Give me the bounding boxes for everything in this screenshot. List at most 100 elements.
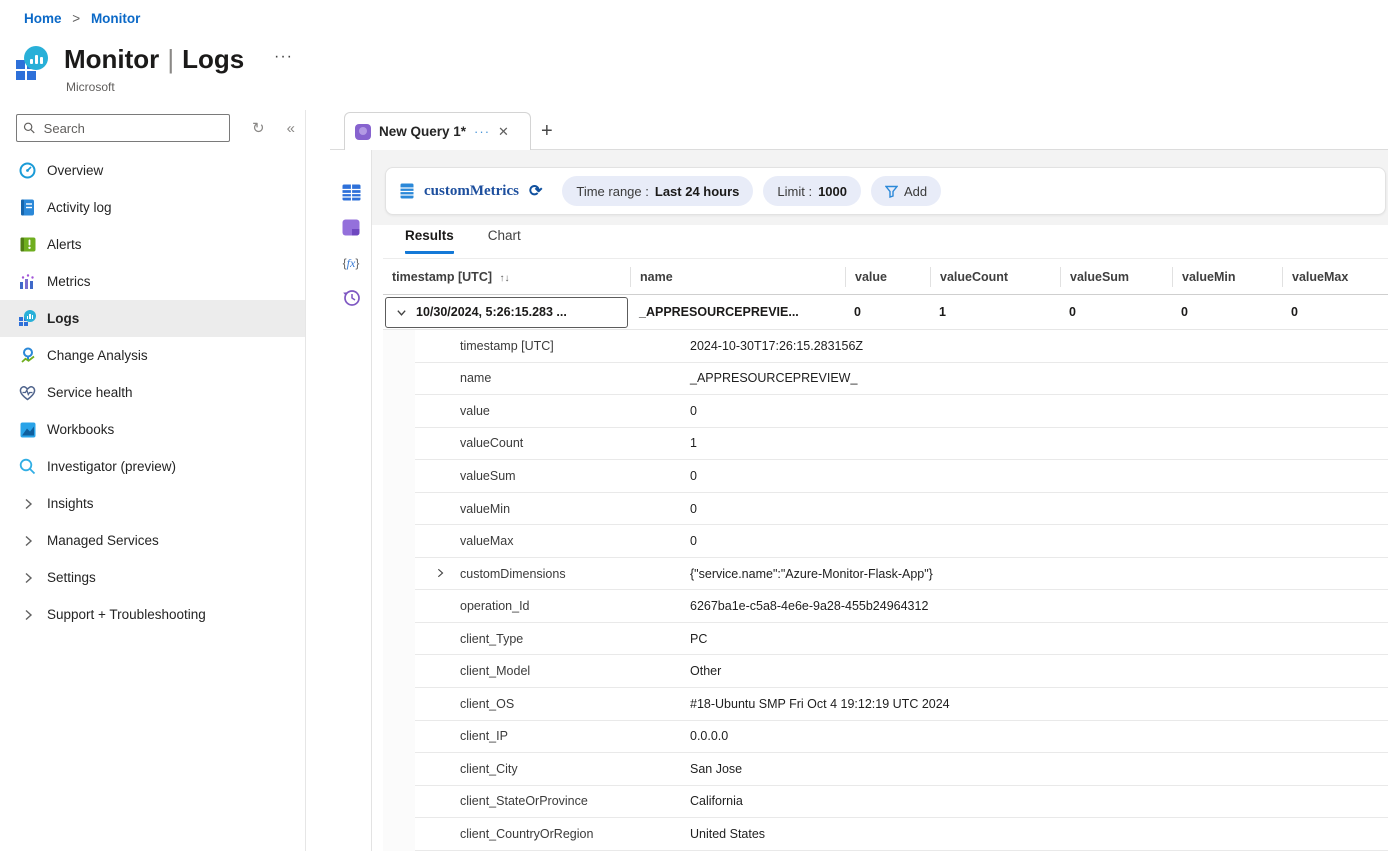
- sidebar-item-alerts[interactable]: Alerts: [0, 226, 305, 263]
- timestamp-cell-selected[interactable]: 10/30/2024, 5:26:15.283 ...: [385, 297, 628, 328]
- sidebar-item-label: Insights: [47, 496, 94, 511]
- tab-new-query-1[interactable]: New Query 1* ··· ✕: [344, 112, 531, 150]
- detail-value: 0.0.0.0: [690, 729, 728, 743]
- column-header-label: valueCount: [940, 270, 1008, 284]
- breadcrumb-separator: >: [72, 11, 80, 26]
- column-header-name[interactable]: name: [630, 267, 845, 287]
- sidebar-item-label: Logs: [47, 311, 79, 326]
- queries-panel-icon[interactable]: [340, 216, 362, 238]
- detail-key: client_IP: [460, 729, 690, 743]
- search-icon: [23, 121, 36, 135]
- tab-chart[interactable]: Chart: [488, 228, 521, 254]
- chevron-down-icon[interactable]: [395, 306, 407, 318]
- detail-row: client_IP 0.0.0.0: [383, 721, 1388, 754]
- detail-key: valueMax: [460, 534, 690, 548]
- row-name: _APPRESOURCEPREVIE...: [630, 305, 845, 319]
- detail-value: #18-Ubuntu SMP Fri Oct 4 19:12:19 UTC 20…: [690, 697, 950, 711]
- page-more-button[interactable]: ···: [274, 48, 293, 66]
- functions-panel-icon[interactable]: {fx}: [340, 252, 362, 274]
- sidebar-item-label: Investigator (preview): [47, 459, 176, 474]
- breadcrumb-home-link[interactable]: Home: [24, 11, 62, 26]
- sidebar-item-insights[interactable]: Insights: [0, 485, 305, 522]
- sidebar-item-service-health[interactable]: Service health: [0, 374, 305, 411]
- run-refresh-icon[interactable]: ⟳: [529, 181, 542, 201]
- monitor-logo-icon: [16, 46, 54, 84]
- sidebar-item-metrics[interactable]: Metrics: [0, 263, 305, 300]
- change-analysis-icon: [19, 347, 36, 364]
- search-input[interactable]: [42, 120, 223, 137]
- detail-key: client_CountryOrRegion: [460, 827, 690, 841]
- page-title-secondary: Logs: [182, 44, 244, 74]
- sidebar-item-change-analysis[interactable]: Change Analysis: [0, 337, 305, 374]
- refresh-icon[interactable]: ↻: [252, 121, 265, 136]
- detail-row: client_Model Other: [383, 655, 1388, 688]
- chevron-right-icon: [19, 606, 36, 623]
- limit-pill[interactable]: Limit : 1000: [763, 176, 861, 206]
- sidebar-item-settings[interactable]: Settings: [0, 559, 305, 596]
- page-title: Monitor|Logs: [64, 44, 244, 75]
- sidebar-item-investigator[interactable]: Investigator (preview): [0, 448, 305, 485]
- row-timestamp: 10/30/2024, 5:26:15.283 ...: [416, 305, 567, 319]
- results-chart-tabs: Results Chart: [405, 228, 521, 254]
- sidebar-item-workbooks[interactable]: Workbooks: [0, 411, 305, 448]
- query-editor-bar[interactable]: customMetrics ⟳ Time range : Last 24 hou…: [385, 167, 1386, 215]
- workbooks-icon: [19, 421, 36, 438]
- new-tab-button[interactable]: +: [541, 120, 553, 143]
- page-title-primary: Monitor: [64, 44, 159, 74]
- table-row[interactable]: 10/30/2024, 5:26:15.283 ... _APPRESOURCE…: [383, 295, 1388, 330]
- kql-table-name[interactable]: customMetrics: [424, 183, 519, 200]
- expanded-row-details: timestamp [UTC] 2024-10-30T17:26:15.2831…: [383, 330, 1388, 851]
- sidebar-item-activity-log[interactable]: Activity log: [0, 189, 305, 226]
- column-header-valuecount[interactable]: valueCount: [930, 267, 1060, 287]
- time-range-pill[interactable]: Time range : Last 24 hours: [562, 176, 753, 206]
- detail-key: valueSum: [460, 469, 690, 483]
- column-header-valuesum[interactable]: valueSum: [1060, 267, 1172, 287]
- add-label: Add: [904, 184, 927, 199]
- sidebar-item-overview[interactable]: Overview: [0, 152, 305, 189]
- breadcrumb-monitor-link[interactable]: Monitor: [91, 11, 141, 26]
- column-header-label: valueMin: [1182, 270, 1236, 284]
- detail-row: value 0: [383, 395, 1388, 428]
- column-header-label: timestamp [UTC]: [392, 270, 492, 284]
- chevron-right-icon[interactable]: [435, 565, 445, 583]
- column-header-timestamp[interactable]: timestamp [UTC] ↑↓: [383, 267, 630, 287]
- activity-log-icon: [19, 199, 36, 216]
- sidebar-item-label: Support + Troubleshooting: [47, 607, 206, 622]
- detail-value: 6267ba1e-c5a8-4e6e-9a28-455b24964312: [690, 599, 928, 613]
- tables-panel-icon[interactable]: [340, 181, 362, 203]
- detail-value: PC: [690, 632, 707, 646]
- detail-value: San Jose: [690, 762, 742, 776]
- detail-row: client_OS #18-Ubuntu SMP Fri Oct 4 19:12…: [383, 688, 1388, 721]
- detail-key: value: [460, 404, 690, 418]
- collapse-sidebar-icon[interactable]: «: [287, 121, 295, 136]
- sidebar-search-row: ↻ «: [16, 114, 306, 142]
- search-box[interactable]: [16, 114, 230, 142]
- sidebar-item-support-troubleshooting[interactable]: Support + Troubleshooting: [0, 596, 305, 633]
- time-range-value: Last 24 hours: [655, 184, 740, 199]
- sidebar-item-logs[interactable]: Logs: [0, 300, 305, 337]
- add-filter-pill[interactable]: Add: [871, 176, 941, 206]
- detail-row: valueCount 1: [383, 428, 1388, 461]
- sidebar-divider: [305, 110, 306, 851]
- detail-value: 0: [690, 534, 697, 548]
- column-header-label: value: [855, 270, 887, 284]
- query-history-icon[interactable]: [340, 286, 362, 308]
- sort-arrows-icon[interactable]: ↑↓: [500, 273, 510, 284]
- sidebar-nav: Overview Activity log Alerts Metrics Log…: [0, 152, 305, 633]
- detail-row: valueMin 0: [383, 493, 1388, 526]
- tab-results[interactable]: Results: [405, 228, 454, 254]
- detail-key: client_City: [460, 762, 690, 776]
- detail-value: {"service.name":"Azure-Monitor-Flask-App…: [690, 567, 933, 581]
- tab-close-icon[interactable]: ✕: [498, 124, 509, 140]
- column-header-value[interactable]: value: [845, 267, 930, 287]
- time-range-label: Time range :: [576, 184, 649, 199]
- column-header-valuemax[interactable]: valueMax: [1282, 267, 1388, 287]
- sidebar-item-label: Managed Services: [47, 533, 159, 548]
- column-header-valuemin[interactable]: valueMin: [1172, 267, 1282, 287]
- sidebar-item-label: Workbooks: [47, 422, 114, 437]
- table-icon: [400, 183, 414, 199]
- limit-value: 1000: [818, 184, 847, 199]
- sidebar-item-managed-services[interactable]: Managed Services: [0, 522, 305, 559]
- sidebar-item-label: Service health: [47, 385, 133, 400]
- tab-more-icon[interactable]: ···: [474, 124, 490, 139]
